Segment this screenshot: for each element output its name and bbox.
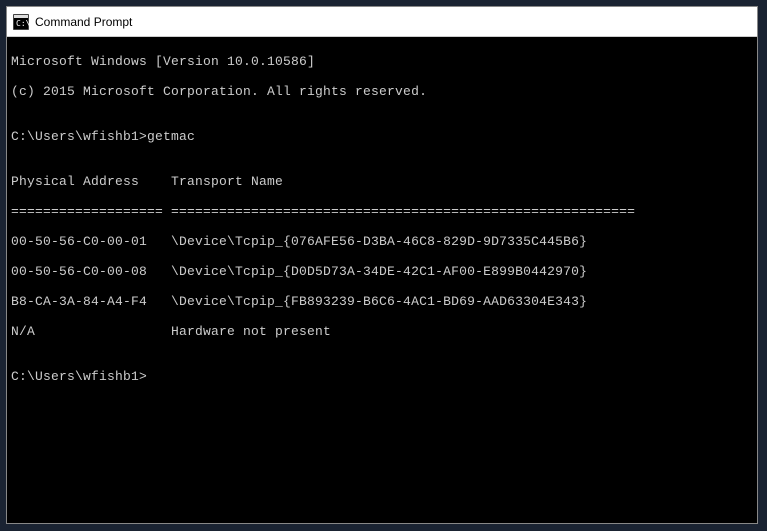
table-row: B8-CA-3A-84-A4-F4 \Device\Tcpip_{FB89323…: [11, 294, 753, 309]
cmd-icon: C:\: [13, 14, 29, 30]
command-prompt-window: C:\ Command Prompt Microsoft Windows [Ve…: [6, 6, 758, 524]
table-row: 00-50-56-C0-00-01 \Device\Tcpip_{076AFE5…: [11, 234, 753, 249]
window-title: Command Prompt: [35, 15, 132, 29]
titlebar[interactable]: C:\ Command Prompt: [7, 7, 757, 37]
separator-line: =================== ====================…: [11, 204, 753, 219]
prompt-line: C:\Users\wfishb1>getmac: [11, 129, 753, 144]
terminal-output[interactable]: Microsoft Windows [Version 10.0.10586] (…: [7, 37, 757, 523]
prompt-line: C:\Users\wfishb1>: [11, 369, 753, 384]
version-line: Microsoft Windows [Version 10.0.10586]: [11, 54, 753, 69]
column-header: Physical Address Transport Name: [11, 174, 753, 189]
table-row: 00-50-56-C0-00-08 \Device\Tcpip_{D0D5D73…: [11, 264, 753, 279]
table-row: N/A Hardware not present: [11, 324, 753, 339]
copyright-line: (c) 2015 Microsoft Corporation. All righ…: [11, 84, 753, 99]
svg-text:C:\: C:\: [16, 19, 29, 28]
